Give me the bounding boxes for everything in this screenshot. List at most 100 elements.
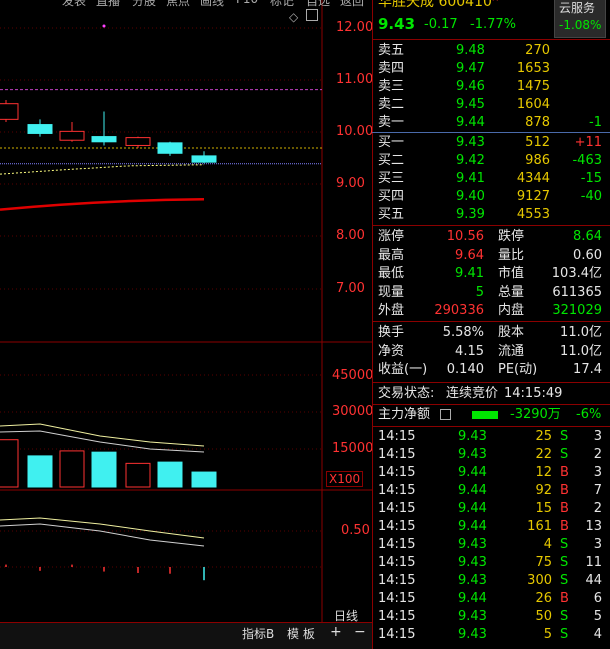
tick-vol: 25: [535, 429, 552, 444]
order-row[interactable]: 买二 9.42 986 -463: [372, 152, 610, 170]
tick-price: 9.44: [458, 465, 487, 480]
order-delta: -463: [572, 153, 602, 168]
list-icon[interactable]: [440, 409, 451, 420]
stat-row: 外盘 290336 内盘 321029: [372, 302, 610, 320]
indicator-line: [0, 517, 205, 539]
period-day-button[interactable]: 日线: [334, 607, 358, 624]
stat-row: 涨停 10.56 跌停 8.64: [372, 228, 610, 246]
tick-side: B: [560, 483, 569, 498]
tick-n: 7: [593, 483, 602, 498]
order-row[interactable]: 买四 9.40 9127 -40: [372, 188, 610, 206]
stat-l1: 涨停: [378, 229, 405, 244]
order-price: 9.40: [456, 189, 485, 204]
tick-vol: 300: [527, 573, 552, 588]
trade-status-time: 14:15:49: [504, 386, 563, 401]
candle-body: [59, 130, 85, 141]
tick-time: 14:15: [378, 591, 416, 606]
tick-time: 14:15: [378, 465, 416, 480]
volume-bar: [59, 450, 85, 488]
stat-v2: 0.60: [573, 247, 602, 263]
indicator-b-button[interactable]: 指标B: [242, 625, 274, 642]
zoom-in-button[interactable]: +: [330, 624, 342, 640]
tick-vol: 5: [543, 627, 552, 642]
order-row[interactable]: 买一 9.43 512 +11: [372, 134, 610, 152]
stat-l1: 收益(一): [378, 362, 428, 377]
order-row[interactable]: 卖五 9.48 270: [372, 42, 610, 60]
top-menu-item[interactable]: 标记: [270, 0, 294, 9]
tick-time: 14:15: [378, 627, 416, 642]
trade-status-label: 交易状态:: [378, 386, 435, 401]
tick-vol: 12: [535, 465, 552, 480]
stat-v2: 11.0亿: [560, 325, 602, 340]
tick-row: 14:15 9.43 50 S 5: [372, 608, 610, 626]
top-menu-item[interactable]: F10: [236, 0, 258, 6]
tick-side: S: [560, 537, 569, 552]
tick-n: 13: [585, 519, 602, 534]
volume-bar: [27, 455, 53, 488]
tick-vol: 15: [535, 501, 552, 516]
zoom-out-button[interactable]: −: [354, 624, 366, 640]
volume-bar: [191, 471, 217, 488]
order-price: 9.46: [456, 79, 485, 94]
main-flow-row[interactable]: 主力净额 -3290万 -6%: [372, 406, 610, 424]
tick-vol: 161: [527, 519, 552, 534]
cloud-label: 云服务: [559, 1, 596, 15]
window-icon[interactable]: [306, 9, 318, 21]
top-menu-item[interactable]: 自选: [306, 0, 330, 9]
axis-tick-label: 15000: [332, 441, 374, 456]
top-menu-item[interactable]: 发表: [62, 0, 86, 9]
order-row[interactable]: 卖三 9.46 1475: [372, 78, 610, 96]
top-menu-item[interactable]: 返回: [340, 0, 364, 9]
order-vol: 878: [525, 115, 550, 130]
tick-vol: 26: [535, 591, 552, 606]
order-vol: 1653: [516, 61, 550, 76]
tick-side: B: [560, 501, 569, 516]
diamond-icon[interactable]: ◇: [289, 10, 298, 24]
order-label: 卖三: [378, 79, 405, 94]
bid-ask-divider: [372, 132, 610, 133]
volume-bar: [157, 461, 183, 488]
volume-ma-line-2: [0, 430, 205, 453]
top-menu-item[interactable]: 分股: [132, 0, 156, 9]
price-change-pct: -1.77%: [470, 17, 516, 32]
indicator-line-2: [0, 523, 205, 547]
order-vol: 9127: [516, 189, 550, 204]
top-menu-item[interactable]: 焦点: [166, 0, 190, 9]
template-button[interactable]: 模 板: [287, 625, 315, 642]
stat-l2: PE(动): [498, 362, 538, 377]
candle-body: [191, 155, 217, 163]
tick-price: 9.43: [458, 609, 487, 624]
order-row[interactable]: 卖四 9.47 1653: [372, 60, 610, 78]
tick-vol: 92: [535, 483, 552, 498]
stat-v1: 10.56: [446, 229, 484, 244]
order-row[interactable]: 卖一 9.44 878 -1: [372, 114, 610, 132]
tick-price: 9.44: [458, 591, 487, 606]
order-price: 9.47: [456, 61, 485, 76]
stat-row: 净资 4.15 流通 11.0亿: [372, 343, 610, 361]
tick-price: 9.43: [458, 429, 487, 444]
order-vol: 1475: [516, 79, 550, 94]
order-row[interactable]: 买三 9.41 4344 -15: [372, 170, 610, 188]
top-menu-item[interactable]: 画线: [200, 0, 224, 9]
stat-l1: 最低: [378, 266, 405, 281]
cloud-service-box[interactable]: 云服务 -1.08%: [554, 0, 606, 38]
order-price: 9.45: [456, 97, 485, 112]
tick-price: 9.43: [458, 573, 487, 588]
candle-body: [91, 136, 117, 143]
order-row[interactable]: 买五 9.39 4553: [372, 206, 610, 224]
order-price: 9.39: [456, 207, 485, 222]
tick-side: S: [560, 429, 569, 444]
main-flow-pct: -6%: [576, 407, 602, 422]
order-label: 买四: [378, 189, 405, 204]
order-label: 买五: [378, 207, 405, 222]
order-vol: 1604: [516, 97, 550, 112]
chart-area[interactable]: [0, 0, 372, 649]
order-row[interactable]: 卖二 9.45 1604: [372, 96, 610, 114]
tick-n: 3: [593, 465, 602, 480]
tick-price: 9.44: [458, 501, 487, 516]
stat-v1: 9.41: [455, 266, 484, 281]
order-price: 9.42: [456, 153, 485, 168]
order-vol: 4553: [516, 207, 550, 222]
top-menu-item[interactable]: 直播: [96, 0, 120, 9]
tick-side: B: [560, 591, 569, 606]
